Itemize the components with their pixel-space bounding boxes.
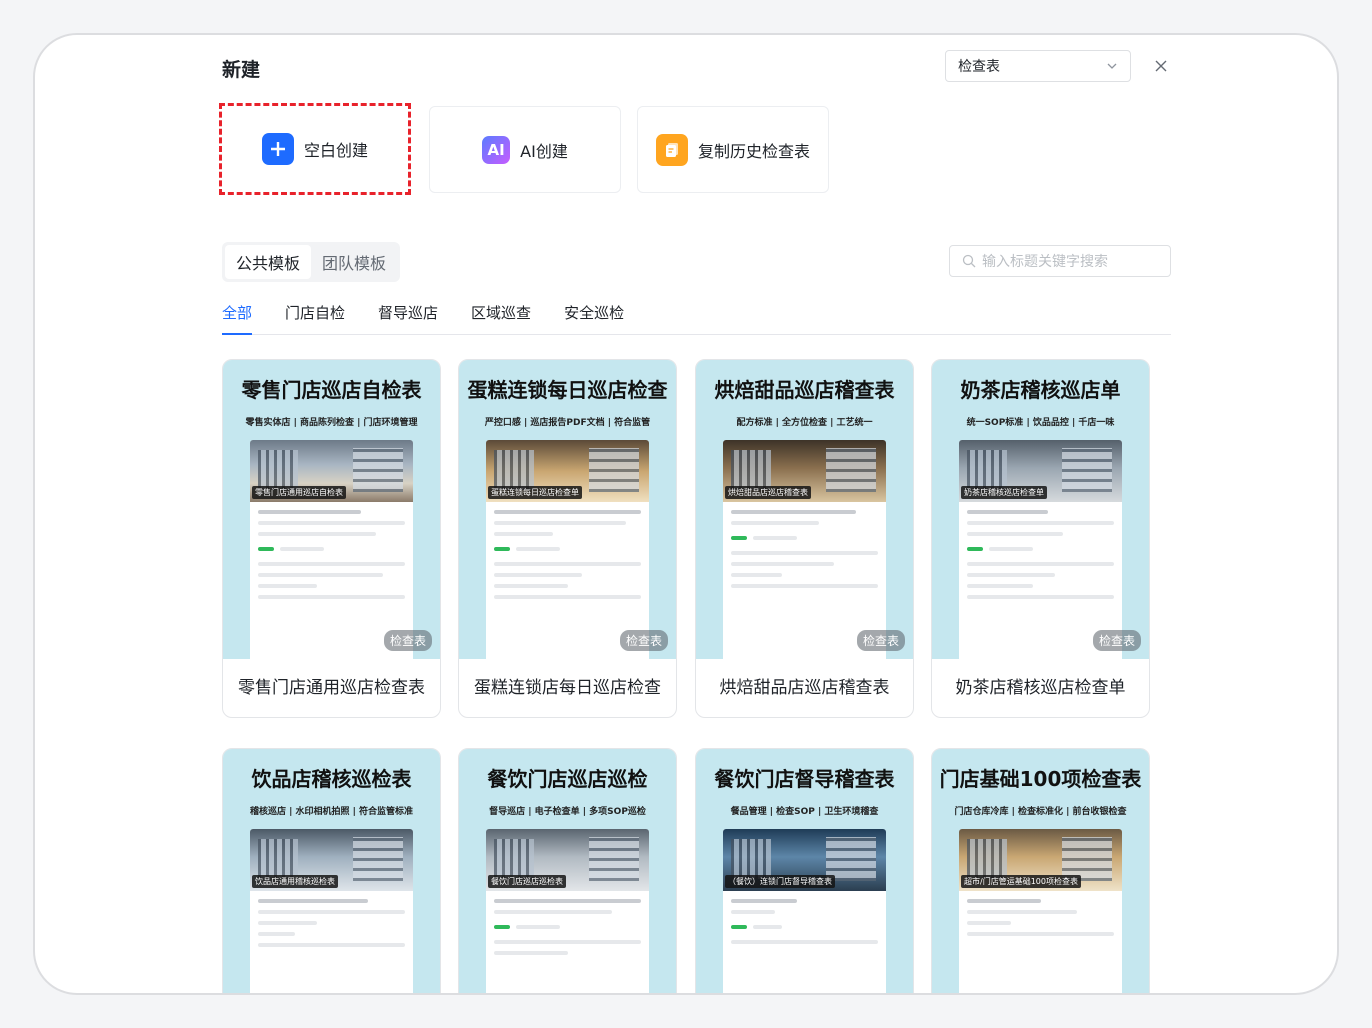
photo-caption: 蛋糕连锁每日巡店检查单 bbox=[488, 486, 582, 499]
chevron-down-icon bbox=[1107, 63, 1117, 69]
template-heading: 餐饮门店督导稽查表 bbox=[714, 767, 895, 791]
window-frame: 新建 检查表 空白创建 AI AI创建 复制历史检查表 公共模板 团队模板 输入… bbox=[33, 33, 1339, 995]
type-badge: 检查表 bbox=[383, 630, 432, 651]
type-select-value: 检查表 bbox=[958, 59, 1000, 75]
search-placeholder: 输入标题关键字搜索 bbox=[982, 254, 1108, 270]
photo-caption: 零售门店通用巡店自检表 bbox=[252, 486, 346, 499]
ai-create-label: AI创建 bbox=[520, 141, 568, 161]
template-subheading: 严控口感 | 巡店报告PDF文档 | 符合监管 bbox=[484, 418, 651, 428]
search-input[interactable]: 输入标题关键字搜索 bbox=[949, 245, 1171, 277]
ai-icon: AI bbox=[482, 135, 511, 164]
tab-safety-inspection[interactable]: 安全巡检 bbox=[564, 297, 624, 335]
template-subheading: 督导巡店 | 电子检查单 | 多项SOP巡检 bbox=[489, 807, 646, 817]
tab-store-self-check[interactable]: 门店自检 bbox=[285, 297, 345, 335]
template-heading: 餐饮门店巡店巡检 bbox=[487, 767, 648, 791]
template-card[interactable]: 餐饮门店巡店巡检 督导巡店 | 电子检查单 | 多项SOP巡检 餐饮门店巡店巡检… bbox=[458, 748, 677, 993]
blank-create-label: 空白创建 bbox=[303, 141, 368, 160]
template-subheading: 门店仓库冷库 | 检查标准化 | 前台收银检查 bbox=[954, 807, 1127, 817]
template-preview: 餐饮门店巡店巡检表 bbox=[486, 829, 649, 993]
template-card[interactable]: 餐饮门店督导稽查表 餐品管理 | 检查SOP | 卫生环境稽查 （餐饮）连锁门店… bbox=[695, 748, 914, 993]
template-thumbnail: 零售门店巡店自检表 零售实体店 | 商品陈列检查 | 门店环境管理 零售门店通用… bbox=[223, 360, 440, 670]
tab-area-inspection[interactable]: 区域巡查 bbox=[471, 297, 531, 335]
type-badge: 检查表 bbox=[619, 630, 668, 651]
template-scope-switch: 公共模板 团队模板 bbox=[222, 242, 401, 282]
tab-team-templates[interactable]: 团队模板 bbox=[311, 245, 397, 279]
copy-history-label: 复制历史检查表 bbox=[697, 141, 810, 161]
template-subheading: 餐品管理 | 检查SOP | 卫生环境稽查 bbox=[730, 807, 879, 817]
template-thumbnail: 蛋糕连锁每日巡店检查 严控口感 | 巡店报告PDF文档 | 符合监管 蛋糕连锁每… bbox=[459, 360, 676, 670]
template-card[interactable]: 饮品店稽核巡检表 稽核巡店 | 水印相机拍照 | 符合监管标准 饮品店通用稽核巡… bbox=[222, 748, 441, 993]
template-subheading: 零售实体店 | 商品陈列检查 | 门店环境管理 bbox=[245, 418, 418, 428]
template-card[interactable]: 零售门店巡店自检表 零售实体店 | 商品陈列检查 | 门店环境管理 零售门店通用… bbox=[222, 359, 441, 718]
search-icon bbox=[962, 254, 976, 268]
new-dialog: 新建 检查表 空白创建 AI AI创建 复制历史检查表 公共模板 团队模板 输入… bbox=[202, 35, 1189, 993]
template-name: 烘焙甜品店巡店稽查表 bbox=[719, 678, 890, 698]
type-badge: 检查表 bbox=[856, 630, 905, 651]
template-subheading: 稽核巡店 | 水印相机拍照 | 符合监管标准 bbox=[249, 807, 414, 817]
template-heading: 烘焙甜品巡店稽查表 bbox=[714, 378, 895, 402]
ai-create-button[interactable]: AI AI创建 bbox=[429, 106, 621, 193]
template-name: 蛋糕连锁店每日巡店检查 bbox=[474, 678, 661, 698]
type-select[interactable]: 检查表 bbox=[945, 50, 1131, 82]
template-card[interactable]: 门店基础100项检查表 门店仓库冷库 | 检查标准化 | 前台收银检查 超市/门… bbox=[931, 748, 1150, 993]
template-thumbnail: 饮品店稽核巡检表 稽核巡店 | 水印相机拍照 | 符合监管标准 饮品店通用稽核巡… bbox=[223, 749, 440, 993]
template-thumbnail: 烘焙甜品巡店稽查表 配方标准 | 全方位检查 | 工艺统一 烘焙甜品店巡店稽查表… bbox=[696, 360, 913, 670]
tab-supervisor-visit[interactable]: 督导巡店 bbox=[378, 297, 438, 335]
close-icon bbox=[1155, 60, 1167, 72]
close-button[interactable] bbox=[1150, 55, 1172, 77]
template-name: 奶茶店稽核巡店检查单 bbox=[955, 678, 1126, 698]
photo-caption: （餐饮）连锁门店督导稽查表 bbox=[725, 875, 835, 888]
photo-caption: 奶茶店稽核巡店检查单 bbox=[961, 486, 1047, 499]
template-preview: （餐饮）连锁门店督导稽查表 bbox=[723, 829, 886, 993]
template-heading: 零售门店巡店自检表 bbox=[241, 378, 422, 402]
photo-caption: 烘焙甜品店巡店稽查表 bbox=[725, 486, 811, 499]
template-heading: 饮品店稽核巡检表 bbox=[251, 767, 412, 791]
template-heading: 奶茶店稽核巡店单 bbox=[960, 378, 1121, 402]
photo-caption: 餐饮门店巡店巡检表 bbox=[488, 875, 566, 888]
template-heading: 门店基础100项检查表 bbox=[939, 767, 1142, 791]
template-preview: 超市/门店管运基础100项检查表 bbox=[959, 829, 1122, 993]
template-thumbnail: 门店基础100项检查表 门店仓库冷库 | 检查标准化 | 前台收银检查 超市/门… bbox=[932, 749, 1149, 993]
template-heading: 蛋糕连锁每日巡店检查 bbox=[467, 378, 668, 402]
copy-icon bbox=[655, 133, 688, 166]
dialog-title: 新建 bbox=[222, 59, 261, 81]
photo-caption: 饮品店通用稽核巡检表 bbox=[252, 875, 338, 888]
copy-history-button[interactable]: 复制历史检查表 bbox=[637, 106, 829, 193]
type-badge: 检查表 bbox=[1092, 630, 1141, 651]
template-subheading: 配方标准 | 全方位检查 | 工艺统一 bbox=[736, 418, 873, 428]
template-subheading: 统一SOP标准 | 饮品品控 | 千店一味 bbox=[966, 418, 1115, 428]
template-card[interactable]: 蛋糕连锁每日巡店检查 严控口感 | 巡店报告PDF文档 | 符合监管 蛋糕连锁每… bbox=[458, 359, 677, 718]
photo-caption: 超市/门店管运基础100项检查表 bbox=[961, 875, 1081, 888]
template-preview: 饮品店通用稽核巡检表 bbox=[250, 829, 413, 993]
blank-create-button[interactable]: 空白创建 bbox=[219, 103, 411, 195]
tab-all[interactable]: 全部 bbox=[222, 297, 253, 335]
template-card[interactable]: 烘焙甜品巡店稽查表 配方标准 | 全方位检查 | 工艺统一 烘焙甜品店巡店稽查表… bbox=[695, 359, 914, 718]
category-tabs: 全部 门店自检 督导巡店 区域巡查 安全巡检 bbox=[222, 297, 1171, 335]
template-thumbnail: 餐饮门店巡店巡检 督导巡店 | 电子检查单 | 多项SOP巡检 餐饮门店巡店巡检… bbox=[459, 749, 676, 993]
template-thumbnail: 餐饮门店督导稽查表 餐品管理 | 检查SOP | 卫生环境稽查 （餐饮）连锁门店… bbox=[696, 749, 913, 993]
plus-icon bbox=[261, 133, 294, 165]
template-card[interactable]: 奶茶店稽核巡店单 统一SOP标准 | 饮品品控 | 千店一味 奶茶店稽核巡店检查… bbox=[931, 359, 1150, 718]
tab-public-templates[interactable]: 公共模板 bbox=[225, 245, 312, 279]
template-name: 零售门店通用巡店检查表 bbox=[238, 678, 425, 698]
template-thumbnail: 奶茶店稽核巡店单 统一SOP标准 | 饮品品控 | 千店一味 奶茶店稽核巡店检查… bbox=[932, 360, 1149, 670]
